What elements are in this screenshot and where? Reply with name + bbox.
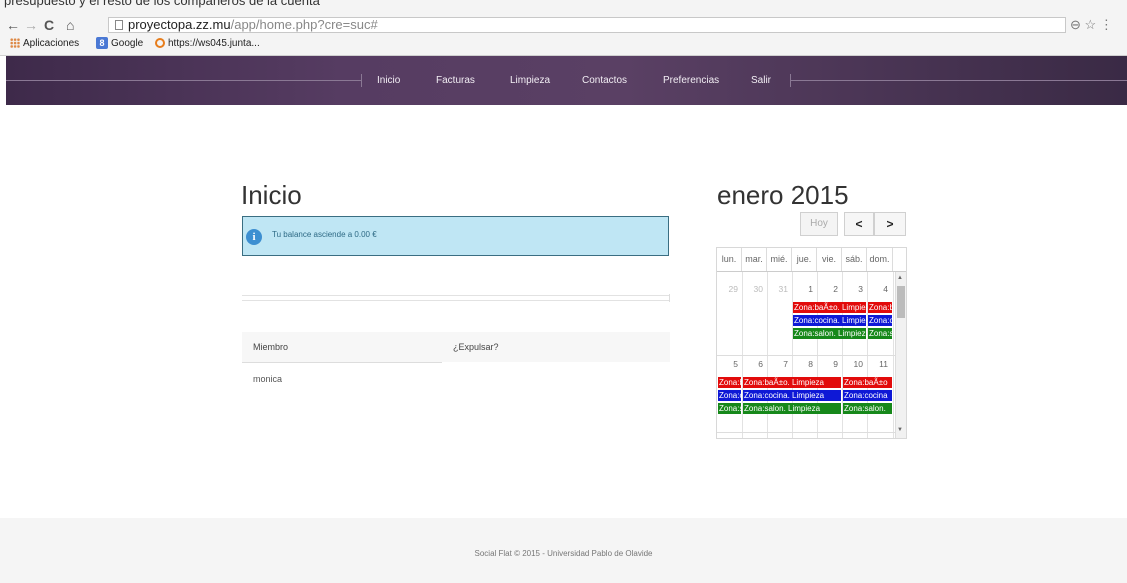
nav-salir[interactable]: Salir [751, 56, 771, 105]
menu-icon[interactable]: ⋮ [1100, 17, 1113, 32]
url-host: proyectopa.zz.mu [128, 17, 231, 32]
nav-limpieza[interactable]: Limpieza [510, 56, 550, 105]
calendar-event[interactable]: Zona:salon. [843, 403, 892, 414]
calendar-event[interactable]: Zona:cocina [868, 315, 892, 326]
calendar-event[interactable]: Zona:salon. Limpieza [793, 328, 866, 339]
url-input[interactable]: proyectopa.zz.mu/app/home.php?cre=suc# [108, 17, 1066, 33]
day-number[interactable]: 9 [820, 359, 838, 369]
cut-off-text: presupuesto y el resto de los compañeros… [4, 0, 320, 8]
day-number[interactable]: 6 [745, 359, 763, 369]
balance-text: Tu balance asciende a 0.00 € [272, 230, 377, 239]
week-divider [717, 432, 906, 433]
day-number[interactable]: 30 [745, 284, 763, 294]
weekday-header: mié. [767, 248, 792, 271]
address-bar-row: ← → C ⌂ proyectopa.zz.mu/app/home.php?cr… [0, 16, 1127, 34]
weekday-header: vie. [817, 248, 842, 271]
calendar-scrollbar[interactable]: ▲ ▼ [895, 272, 906, 438]
calendar-event[interactable]: Zona:cocina. Limpieza [743, 390, 841, 401]
weekday-header: sáb. [842, 248, 867, 271]
nav-line-right [790, 80, 1127, 81]
previous-page-text-strip: presupuesto y el resto de los compañeros… [0, 0, 1127, 16]
nav-tick-left [361, 74, 362, 87]
day-number[interactable]: 7 [770, 359, 788, 369]
calendar-event[interactable]: Zona:salon [868, 328, 892, 339]
site-navbar: Inicio Facturas Limpieza Contactos Prefe… [6, 56, 1127, 105]
column-header-expulsar[interactable]: ¿Expulsar? [453, 342, 499, 352]
weekday-header: lun. [717, 248, 742, 271]
weekday-header: mar. [742, 248, 767, 271]
day-number[interactable]: 29 [720, 284, 738, 294]
prev-month-button[interactable]: < [844, 212, 874, 236]
star-icon[interactable]: ☆ [1085, 17, 1097, 32]
calendar-title: enero 2015 [717, 180, 849, 210]
scroll-down-icon[interactable]: ▼ [897, 426, 903, 434]
bookmark-google[interactable]: 8 Google [96, 34, 143, 54]
back-arrow-icon[interactable]: ← [6, 16, 20, 34]
next-month-button[interactable]: > [874, 212, 906, 236]
zoom-icon[interactable]: ⊖ [1070, 17, 1081, 32]
day-number[interactable]: 3 [845, 284, 863, 294]
page-icon [115, 20, 123, 30]
member-name-cell: monica [253, 374, 283, 384]
reload-icon[interactable]: C [44, 16, 54, 34]
calendar-event[interactable]: Zona:baÃ±o [843, 377, 892, 388]
header-underline [242, 362, 442, 363]
day-number[interactable]: 5 [720, 359, 738, 369]
calendar-event[interactable]: Zona:salon. Limpieza [743, 403, 841, 414]
scroll-up-icon[interactable]: ▲ [897, 274, 903, 282]
bookmarks-bar: Aplicaciones 8 Google https://ws045.junta… [0, 34, 1127, 56]
day-number[interactable]: 10 [845, 359, 863, 369]
day-number[interactable]: 8 [795, 359, 813, 369]
apps-grid-icon [10, 38, 20, 49]
calendar-event[interactable]: Zona:baÃ±o [868, 302, 892, 313]
calendar-event[interactable]: Zona:baÃ±o [718, 377, 741, 388]
day-number[interactable]: 2 [820, 284, 838, 294]
today-button[interactable]: Hoy [800, 212, 838, 236]
calendar-event[interactable]: Zona:cocina [843, 390, 892, 401]
balance-alert: i Tu balance asciende a 0.00 € [242, 216, 669, 256]
day-number[interactable]: 11 [870, 359, 888, 369]
divider [242, 300, 670, 301]
divider [242, 295, 670, 296]
clock-icon [155, 38, 165, 49]
nav-line-left [6, 80, 361, 81]
page-title: Inicio [241, 180, 302, 210]
calendar-grid: lun. mar. mié. jue. vie. sáb. dom. 29 30 31 1 2 3 4 5 6… [716, 247, 907, 439]
nav-facturas[interactable]: Facturas [436, 56, 475, 105]
nav-preferencias[interactable]: Preferencias [663, 56, 719, 105]
weekday-header: jue. [792, 248, 817, 271]
google-icon: 8 [96, 37, 108, 50]
forward-arrow-icon[interactable]: → [24, 16, 38, 34]
nav-inicio[interactable]: Inicio [377, 56, 400, 105]
info-icon: i [246, 229, 262, 245]
site-footer: Social Flat © 2015 - Universidad Pablo d… [0, 518, 1127, 583]
divider-end [669, 294, 670, 302]
week-divider [717, 355, 906, 356]
day-number[interactable]: 31 [770, 284, 788, 294]
weekday-divider [717, 271, 906, 272]
scroll-thumb[interactable] [897, 286, 905, 318]
bookmark-junta[interactable]: https://ws045.junta... [155, 34, 260, 54]
url-path: /app/home.php?cre=suc# [230, 17, 378, 32]
footer-text: Social Flat © 2015 - Universidad Pablo d… [474, 549, 653, 558]
weekday-header: dom. [867, 248, 893, 271]
members-table-header: Miembro ¿Expulsar? [242, 332, 670, 362]
nav-contactos[interactable]: Contactos [582, 56, 627, 105]
bookmark-apps[interactable]: Aplicaciones [10, 34, 79, 54]
calendar-event[interactable]: Zona:cocina [718, 390, 741, 401]
calendar-event[interactable]: Zona:cocina. Limpieza [793, 315, 866, 326]
day-number[interactable]: 1 [795, 284, 813, 294]
calendar-event[interactable]: Zona:salon. [718, 403, 741, 414]
day-number[interactable]: 4 [870, 284, 888, 294]
calendar-event[interactable]: Zona:baÃ±o. Limpieza [743, 377, 841, 388]
column-header-miembro[interactable]: Miembro [253, 342, 288, 352]
calendar-event[interactable]: Zona:baÃ±o. Limpieza [793, 302, 866, 313]
home-icon[interactable]: ⌂ [66, 16, 74, 34]
